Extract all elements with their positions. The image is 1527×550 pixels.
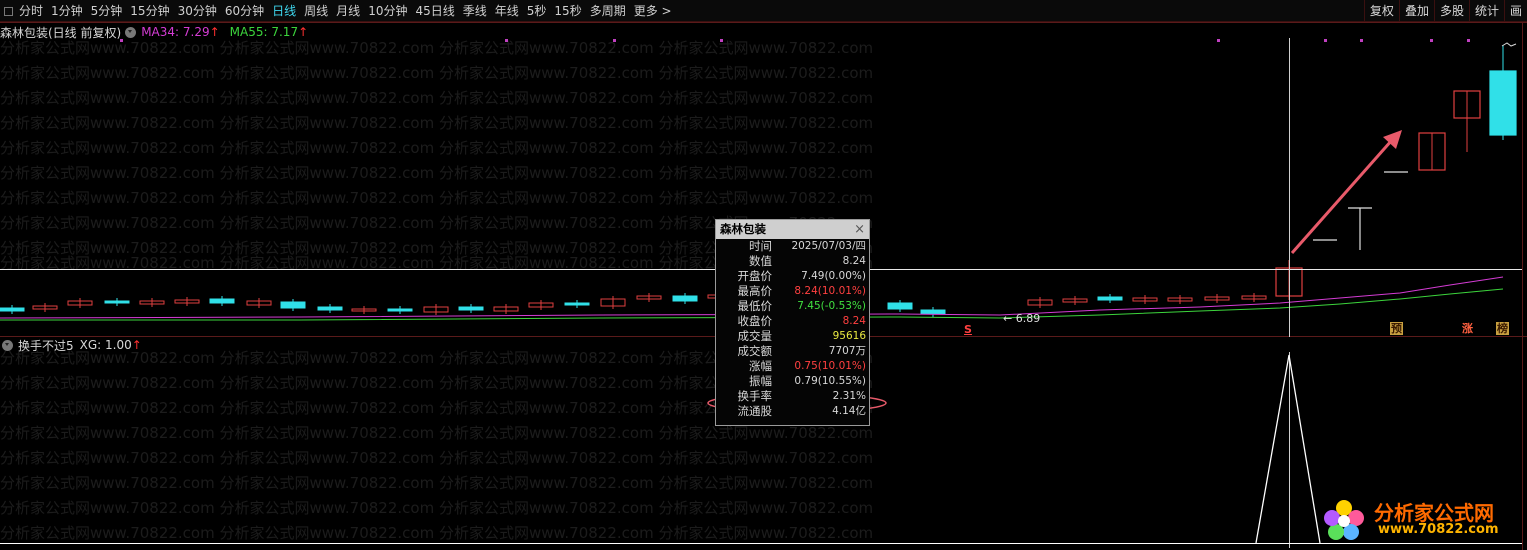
tooltip-row: 时间 2025/07/03/四 [716, 239, 869, 254]
candle-body [280, 301, 306, 309]
flower-logo-icon [1324, 500, 1364, 540]
tooltip-row-value: 0.79(10.55%) [794, 375, 866, 387]
tooltip-row: 收盘价 8.24 [716, 314, 869, 329]
tooltip-stock-name: 森林包装 [720, 222, 766, 236]
dropdown-circle-icon[interactable] [125, 26, 137, 38]
tooltip-header: 森林包装 × [716, 220, 869, 239]
tooltip-row: 涨幅 0.75(10.01%) [716, 359, 869, 374]
trend-arrow [1290, 139, 1394, 254]
tooltip-rows: 时间 2025/07/03/四数值 8.24 开盘价 7.49(0.00%) 最高价 8.2… [716, 239, 869, 419]
ma55-up-arrow-icon: ↑ [298, 25, 309, 39]
candle-body [672, 295, 698, 302]
tooltip-row: 最低价 7.45(-0.53%) [716, 299, 869, 314]
top-dot [720, 39, 723, 42]
xg-up-arrow-icon: ↑ [131, 338, 142, 352]
indicator-spike [1255, 354, 1321, 544]
tooltip-row-label: 涨幅 [749, 359, 772, 373]
candle-body [1489, 70, 1517, 136]
ma34-up-arrow-icon: ↑ [209, 25, 220, 39]
top-dot [1217, 39, 1220, 42]
tooltip-row-label: 振幅 [749, 374, 772, 388]
xg-label: XG: 1.00 [79, 338, 132, 352]
tooltip-row-value: 7707万 [828, 345, 866, 357]
ma55-label: MA55: 7.17 [229, 25, 299, 39]
candle-body [920, 309, 946, 315]
candle-body [387, 308, 413, 312]
tooltip-row-value: 2.31% [832, 390, 866, 402]
tooltip-row: 换手率 2.31% [716, 389, 869, 404]
bang-marker: 榜 [1496, 322, 1509, 335]
main-chart-header: 森林包装(日线 前复权) MA34: 7.29 ↑ MA55: 7.17 ↑ [0, 23, 308, 41]
tooltip-row-value: 7.49(0.00%) [801, 270, 866, 282]
yu-marker: 预 [1390, 322, 1403, 335]
tooltip-row: 振幅 0.79(10.55%) [716, 374, 869, 389]
tooltip-row-label: 收盘价 [737, 314, 773, 328]
chart-title: 森林包装(日线 前复权) [0, 25, 122, 40]
tooltip-row-value: 95616 [832, 330, 866, 342]
top-dot [1324, 39, 1327, 42]
tooltip-row-label: 开盘价 [737, 269, 773, 283]
close-icon[interactable]: × [854, 220, 865, 239]
tooltip-row-value: 8.24 [842, 255, 866, 267]
tooltip-row: 成交额 7707万 [716, 344, 869, 359]
candle-body [458, 306, 484, 311]
tooltip-row-label: 时间 [749, 239, 772, 253]
candle-body [1097, 296, 1123, 301]
tooltip-row-value: 8.24 [842, 315, 866, 327]
edge-annotation [1501, 42, 1517, 47]
tooltip-row: 数值 8.24 [716, 254, 869, 269]
tooltip-row-label: 最低价 [737, 299, 773, 313]
tooltip-row: 成交量 95616 [716, 329, 869, 344]
low-price-annotation: ← 6.89 [1003, 312, 1041, 325]
tooltip-row-label: 换手率 [737, 389, 773, 403]
zhang-marker: 涨 [1462, 322, 1473, 335]
tooltip-row: 开盘价 7.49(0.00%) [716, 269, 869, 284]
top-dot [613, 39, 616, 42]
tooltip-row: 流通股 4.14亿 [716, 404, 869, 419]
tooltip-row: 最高价 8.24(10.01%) [716, 284, 869, 299]
tooltip-row-label: 成交额 [737, 344, 773, 358]
indicator-dropdown-icon[interactable] [2, 339, 13, 351]
candle-body [104, 300, 130, 304]
tooltip-row-value: 2025/07/03/四 [791, 240, 866, 252]
candle-body [887, 302, 913, 310]
top-dot [1430, 39, 1433, 42]
tooltip-row-value: 4.14亿 [832, 405, 866, 417]
candle-body [0, 307, 25, 312]
tooltip-row-value: 0.75(10.01%) [794, 360, 866, 372]
tooltip-row-label: 流通股 [737, 404, 773, 418]
indicator-header: 换手不过5 XG: 1.00 ↑ [0, 337, 142, 353]
indicator-title: 换手不过5 [18, 338, 74, 353]
candle-body [564, 302, 590, 306]
top-dot [1360, 39, 1363, 42]
top-dot [1467, 39, 1470, 42]
site-logo: 分析家公式网 www.70822.com [1318, 494, 1516, 546]
tooltip-row-label: 成交量 [737, 329, 773, 343]
s-marker: S [964, 323, 972, 336]
logo-url: www.70822.com [1378, 522, 1499, 537]
data-tooltip: 森林包装 × 时间 2025/07/03/四数值 8.24 开盘价 7.49(0.00%… [715, 219, 870, 426]
tooltip-row-label: 数值 [749, 254, 772, 268]
candle-body [317, 306, 343, 311]
ma34-label: MA34: 7.29 [141, 25, 210, 39]
candle-body [209, 298, 235, 304]
top-dot [505, 39, 508, 42]
tooltip-row-value: 8.24(10.01%) [794, 285, 866, 297]
tooltip-row-label: 最高价 [737, 284, 773, 298]
tooltip-row-value: 7.45(-0.53%) [797, 300, 866, 312]
